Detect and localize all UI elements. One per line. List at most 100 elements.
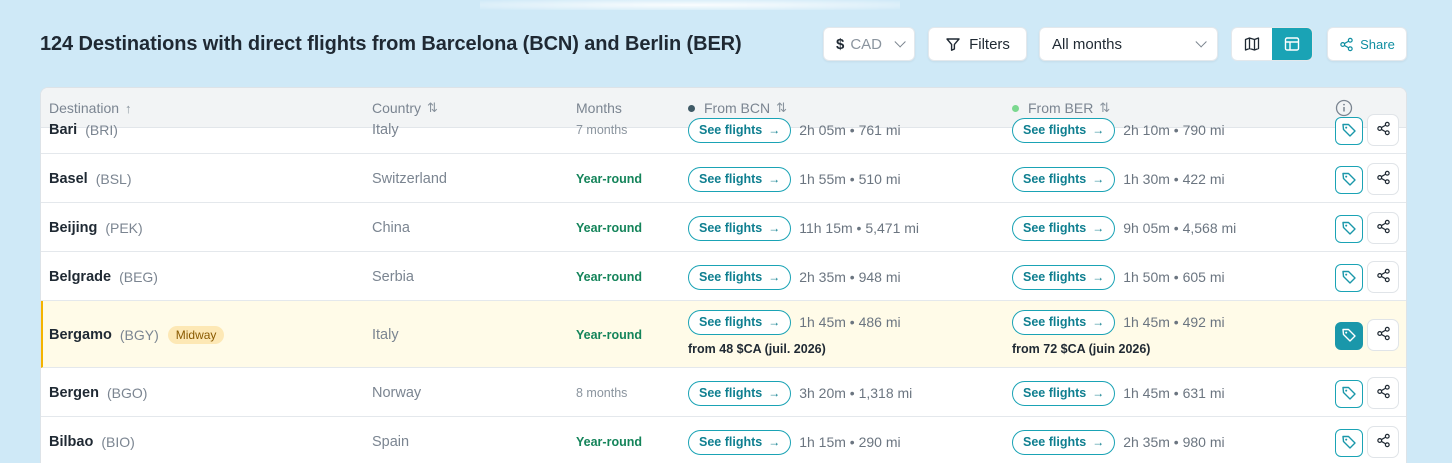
destination-code: (BSL) — [95, 171, 132, 187]
ber-duration-distance: 1h 50m • 605 mi — [1123, 269, 1225, 285]
table-row: Belgrade (BEG) Serbia Year-round See flights… — [41, 252, 1406, 301]
table-row: Basel (BSL) Switzerland Year-round See fligh… — [41, 154, 1406, 203]
from-bcn-cell: See flights → 1h 15m • 290 mi — [688, 429, 901, 455]
ber-duration-distance: 2h 35m • 980 mi — [1123, 434, 1225, 450]
bcn-duration-distance: 1h 15m • 290 mi — [799, 434, 901, 450]
row-share-button[interactable] — [1367, 212, 1399, 244]
bcn-duration-distance: 1h 55m • 510 mi — [799, 171, 901, 187]
destination-code: (BRI) — [85, 122, 118, 138]
see-flights-label: See flights — [1023, 435, 1087, 449]
arrow-right-icon: → — [768, 435, 781, 449]
destination-code: (BGO) — [106, 385, 148, 401]
see-flights-bcn-button[interactable]: See flights → — [688, 215, 792, 241]
chevron-down-icon — [894, 36, 906, 48]
share-button[interactable]: Share — [1327, 27, 1407, 61]
see-flights-ber-button[interactable]: See flights → — [1012, 380, 1116, 406]
price-tag-button[interactable] — [1335, 166, 1363, 194]
destination-cell: Belgrade (BEG) — [49, 267, 158, 287]
destination-name[interactable]: Beijing — [49, 220, 97, 236]
arrow-right-icon: → — [768, 172, 781, 186]
from-bcn-cell: See flights → 1h 45m • 486 mi — [688, 309, 901, 335]
arrow-right-icon: → — [1092, 221, 1105, 235]
currency-select[interactable]: $ CAD — [823, 27, 915, 61]
bcn-duration-distance: 2h 35m • 948 mi — [799, 269, 901, 285]
country-cell: Italy — [372, 327, 399, 343]
filters-label: Filters — [969, 35, 1010, 53]
see-flights-label: See flights — [699, 435, 763, 449]
country-cell: Italy — [372, 122, 399, 138]
ber-duration-distance: 1h 45m • 631 mi — [1123, 385, 1225, 401]
see-flights-ber-button[interactable]: See flights → — [1012, 117, 1116, 143]
months-select[interactable]: All months — [1039, 27, 1218, 61]
see-flights-label: See flights — [1023, 123, 1087, 137]
see-flights-label: See flights — [699, 270, 763, 284]
destination-name[interactable]: Bari — [49, 122, 77, 138]
chevron-down-icon — [1195, 36, 1207, 48]
share-icon — [1376, 268, 1391, 286]
row-share-button[interactable] — [1367, 426, 1399, 458]
row-share-button[interactable] — [1367, 163, 1399, 195]
months-cell: Year-round — [576, 328, 642, 342]
destination-cell: Basel (BSL) — [49, 169, 132, 189]
table-view-button[interactable] — [1272, 28, 1312, 60]
see-flights-bcn-button[interactable]: See flights → — [688, 117, 792, 143]
bcn-duration-distance: 1h 45m • 486 mi — [799, 314, 901, 330]
destination-name[interactable]: Basel — [49, 171, 88, 187]
share-icon — [1376, 170, 1391, 188]
filters-button[interactable]: Filters — [928, 27, 1027, 61]
price-tag-button[interactable] — [1335, 264, 1363, 292]
tag-icon — [1341, 434, 1357, 453]
row-actions — [1335, 114, 1399, 146]
see-flights-label: See flights — [699, 221, 763, 235]
destination-name[interactable]: Bilbao — [49, 434, 93, 450]
see-flights-label: See flights — [1023, 270, 1087, 284]
ber-duration-distance: 2h 10m • 790 mi — [1123, 122, 1225, 138]
arrow-right-icon: → — [1092, 435, 1105, 449]
row-share-button[interactable] — [1367, 261, 1399, 293]
ber-duration-distance: 1h 45m • 492 mi — [1123, 314, 1225, 330]
see-flights-ber-button[interactable]: See flights → — [1012, 215, 1116, 241]
destination-cell: Bilbao (BIO) — [49, 432, 135, 452]
months-cell: Year-round — [576, 270, 642, 284]
price-tag-button[interactable] — [1335, 117, 1363, 145]
see-flights-bcn-button[interactable]: See flights → — [688, 264, 792, 290]
row-share-button[interactable] — [1367, 377, 1399, 409]
price-tag-button[interactable] — [1335, 380, 1363, 408]
see-flights-ber-button[interactable]: See flights → — [1012, 309, 1116, 335]
row-share-button[interactable] — [1367, 319, 1399, 351]
row-share-button[interactable] — [1367, 114, 1399, 146]
months-cell: Year-round — [576, 172, 642, 186]
see-flights-bcn-button[interactable]: See flights → — [688, 166, 792, 192]
see-flights-label: See flights — [699, 172, 763, 186]
from-ber-cell: See flights → 1h 45m • 492 mi — [1012, 309, 1225, 335]
see-flights-label: See flights — [699, 315, 763, 329]
map-view-button[interactable] — [1232, 28, 1272, 60]
see-flights-ber-button[interactable]: See flights → — [1012, 166, 1116, 192]
see-flights-bcn-button[interactable]: See flights → — [688, 309, 792, 335]
currency-symbol: $ — [836, 35, 845, 53]
table-row: Bilbao (BIO) Spain Year-round See flights → 1h… — [41, 417, 1406, 463]
see-flights-bcn-button[interactable]: See flights → — [688, 429, 792, 455]
country-cell: Switzerland — [372, 171, 447, 187]
see-flights-ber-button[interactable]: See flights → — [1012, 429, 1116, 455]
arrow-right-icon: → — [1092, 123, 1105, 137]
page-header: 124 Destinations with direct flights fro… — [40, 26, 1407, 62]
map-icon — [1244, 37, 1260, 51]
price-tag-button[interactable] — [1335, 429, 1363, 457]
arrow-right-icon: → — [1092, 270, 1105, 284]
row-actions — [1335, 212, 1399, 244]
from-bcn-cell: See flights → 2h 35m • 948 mi — [688, 264, 901, 290]
see-flights-bcn-button[interactable]: See flights → — [688, 380, 792, 406]
see-flights-ber-button[interactable]: See flights → — [1012, 264, 1116, 290]
destination-name[interactable]: Bergamo — [49, 327, 112, 343]
destination-name[interactable]: Bergen — [49, 385, 99, 401]
share-icon — [1376, 433, 1391, 451]
arrow-right-icon: → — [1092, 172, 1105, 186]
months-cell: 7 months — [576, 123, 628, 137]
destination-name[interactable]: Belgrade — [49, 269, 111, 285]
see-flights-label: See flights — [1023, 386, 1087, 400]
price-tag-button[interactable] — [1335, 322, 1363, 350]
price-tag-button[interactable] — [1335, 215, 1363, 243]
bcn-duration-distance: 3h 20m • 1,318 mi — [799, 385, 913, 401]
from-ber-cell: See flights → 1h 30m • 422 mi — [1012, 166, 1225, 192]
